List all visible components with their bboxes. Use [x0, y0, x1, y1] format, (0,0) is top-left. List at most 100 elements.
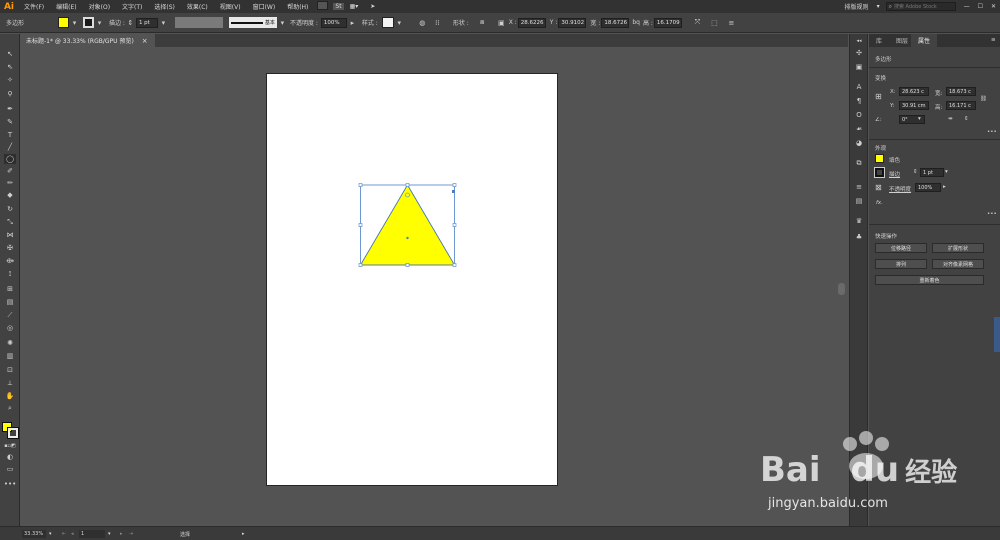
color-modes-icon[interactable]: ▪▫◩	[4, 441, 16, 451]
stroke-weight-chevron-icon[interactable]: ▾	[158, 17, 169, 28]
zoom-chevron-icon[interactable]: ▾	[47, 530, 55, 538]
angle-chevron-icon[interactable]: ▾	[918, 116, 921, 122]
zoom-tool-icon[interactable]: ⌕	[4, 403, 16, 413]
artboard-tool-icon[interactable]: ⊡	[4, 365, 16, 375]
tab-libraries[interactable]: 库	[869, 34, 889, 47]
appearance-more-icon[interactable]: •••	[987, 211, 997, 217]
panel-scrollbar[interactable]	[994, 317, 1000, 352]
paintbrush-icon[interactable]: ✐	[4, 166, 16, 176]
flip-horizontal-icon[interactable]: ⇹	[948, 116, 953, 122]
blend-tool-icon[interactable]: ◎	[4, 323, 16, 333]
recolor-icon[interactable]: ◍	[417, 17, 428, 28]
isolate-icon[interactable]: ⬚	[709, 17, 720, 28]
mesh-tool-icon[interactable]: ⊞	[4, 284, 16, 294]
fill-chevron-icon[interactable]: ▾	[69, 17, 80, 28]
opentype-panel-icon[interactable]: O	[853, 110, 865, 120]
workspace-switcher[interactable]: 排版规则	[839, 2, 875, 11]
constrain-proportions-icon[interactable]: ⛓	[980, 96, 987, 102]
slice-tool-icon[interactable]: ⟂	[4, 378, 16, 388]
artboard[interactable]	[266, 73, 558, 486]
hand-tool-icon[interactable]: ✋	[4, 391, 16, 401]
triangle-artwork[interactable]	[267, 74, 559, 487]
prev-artboard-icon[interactable]: ◂	[69, 530, 77, 538]
brush-chevron-icon[interactable]: ▾	[277, 17, 288, 28]
status-menu-icon[interactable]: ▸	[240, 530, 248, 538]
transform-y-field[interactable]: 30.91 cm	[899, 101, 929, 110]
menu-object[interactable]: 对象(O)	[83, 2, 116, 11]
panel-opacity-chevron-icon[interactable]: ▸	[943, 184, 946, 190]
arrange-documents-icon[interactable]: ▦▾	[344, 3, 365, 10]
handle-bottom-center[interactable]	[405, 263, 410, 267]
handle-bottom-right[interactable]	[452, 263, 457, 267]
transform-icon[interactable]: ⤧	[692, 17, 703, 28]
symbol-sprayer-icon[interactable]: ✺	[4, 338, 16, 348]
panel-stroke-label[interactable]: 描边	[889, 170, 900, 178]
handle-top-left[interactable]	[358, 183, 363, 187]
fx-button[interactable]: fx.	[876, 200, 883, 206]
arrange-button[interactable]: 排列	[875, 259, 927, 269]
lasso-icon[interactable]: ϙ	[4, 88, 16, 98]
panel-stroke-weight-field[interactable]: 1 pt	[920, 168, 944, 177]
document-tab[interactable]: 未标题-1* @ 33.33% (RGB/GPU 预览) ×	[20, 34, 155, 47]
collapse-panels-icon[interactable]: ◂◂	[853, 36, 865, 46]
width-tool-icon[interactable]: ⋈	[4, 230, 16, 240]
last-artboard-icon[interactable]: ⇥	[127, 530, 135, 538]
draw-mode-icon[interactable]: ◐	[4, 452, 16, 462]
artboard-chevron-icon[interactable]: ▾	[106, 530, 114, 538]
first-artboard-icon[interactable]: ⇤	[60, 530, 68, 538]
fill-stroke-widget[interactable]	[2, 422, 19, 440]
tab-properties[interactable]: 属性	[911, 34, 938, 47]
send-icon[interactable]: ➤	[364, 3, 381, 10]
eyedropper-icon[interactable]: ⟋	[4, 310, 16, 320]
reference-point-icon[interactable]: ▣	[496, 17, 507, 28]
direct-selection-tool-icon[interactable]: ⇖	[4, 62, 16, 72]
width-field[interactable]: 18.6726	[601, 17, 630, 28]
edit-toolbar-icon[interactable]: •••	[4, 479, 16, 489]
brush-definition[interactable]: 基本	[228, 17, 277, 28]
column-graph-icon[interactable]: ▥	[4, 351, 16, 361]
y-field[interactable]: 30.9102	[558, 17, 587, 28]
panel-menu-icon[interactable]: ≡	[991, 37, 996, 43]
opacity-chevron-icon[interactable]: ▸	[347, 17, 358, 28]
handle-mid-left[interactable]	[358, 223, 363, 227]
polygon-sides-widget[interactable]	[452, 190, 455, 193]
transform-h-field[interactable]: 16.171 c	[946, 101, 976, 110]
handle-top-center[interactable]	[405, 183, 410, 187]
transform-w-field[interactable]: 18.673 c	[946, 87, 976, 96]
line-tool-icon[interactable]: ╱	[4, 142, 16, 152]
recolor-button[interactable]: 重新着色	[875, 275, 984, 285]
maximize-button[interactable]: ☐	[974, 3, 987, 10]
menu-edit[interactable]: 编辑(E)	[50, 2, 82, 11]
stock-button[interactable]: St	[333, 3, 344, 10]
stroke-weight-field[interactable]: 1 pt	[135, 17, 158, 28]
x-field[interactable]: 28.6226	[517, 17, 546, 28]
workspace-chevron-icon[interactable]: ▾	[875, 3, 882, 10]
expand-shape-button[interactable]: 扩展形状	[932, 243, 984, 253]
shaper-tool-icon[interactable]: ✏	[4, 178, 16, 188]
rotate-tool-icon[interactable]: ↻	[4, 204, 16, 214]
paragraph-panel-icon[interactable]: ¶	[853, 96, 865, 106]
symbols-panel-icon[interactable]: ◕	[853, 138, 865, 148]
stroke-color-icon[interactable]	[7, 427, 19, 439]
menu-effect[interactable]: 效果(C)	[181, 2, 214, 11]
menu-select[interactable]: 选择(S)	[148, 2, 181, 11]
constrain-icon[interactable]: bq	[632, 19, 640, 26]
perspective-grid-icon[interactable]: ⟟	[4, 269, 16, 279]
align-icon[interactable]: ⁞⁞	[432, 17, 443, 28]
character-panel-icon[interactable]: A	[853, 82, 865, 92]
puppet-warp-icon[interactable]: ✠	[4, 243, 16, 253]
minimize-button[interactable]: —	[960, 3, 974, 10]
menu-type[interactable]: 文字(T)	[116, 2, 148, 11]
variable-width-profile[interactable]	[174, 17, 223, 28]
color-guide-icon[interactable]: ▣	[853, 62, 865, 72]
more-options-icon[interactable]: •••	[987, 129, 997, 135]
zoom-field[interactable]: 33.33%	[22, 530, 46, 538]
vertical-scrollbar[interactable]	[838, 283, 845, 295]
color-panel-icon[interactable]: ✣	[853, 48, 865, 58]
rotate-angle-field[interactable]: 0°	[899, 115, 925, 124]
graphic-styles-icon[interactable]: ♛	[853, 216, 865, 226]
reference-point-icon[interactable]: ⊞	[875, 92, 882, 101]
stroke-panel-icon[interactable]: ≡	[853, 182, 865, 192]
menu-window[interactable]: 窗口(W)	[247, 2, 282, 11]
pathfinder-panel-icon[interactable]: ⧉	[853, 158, 865, 168]
